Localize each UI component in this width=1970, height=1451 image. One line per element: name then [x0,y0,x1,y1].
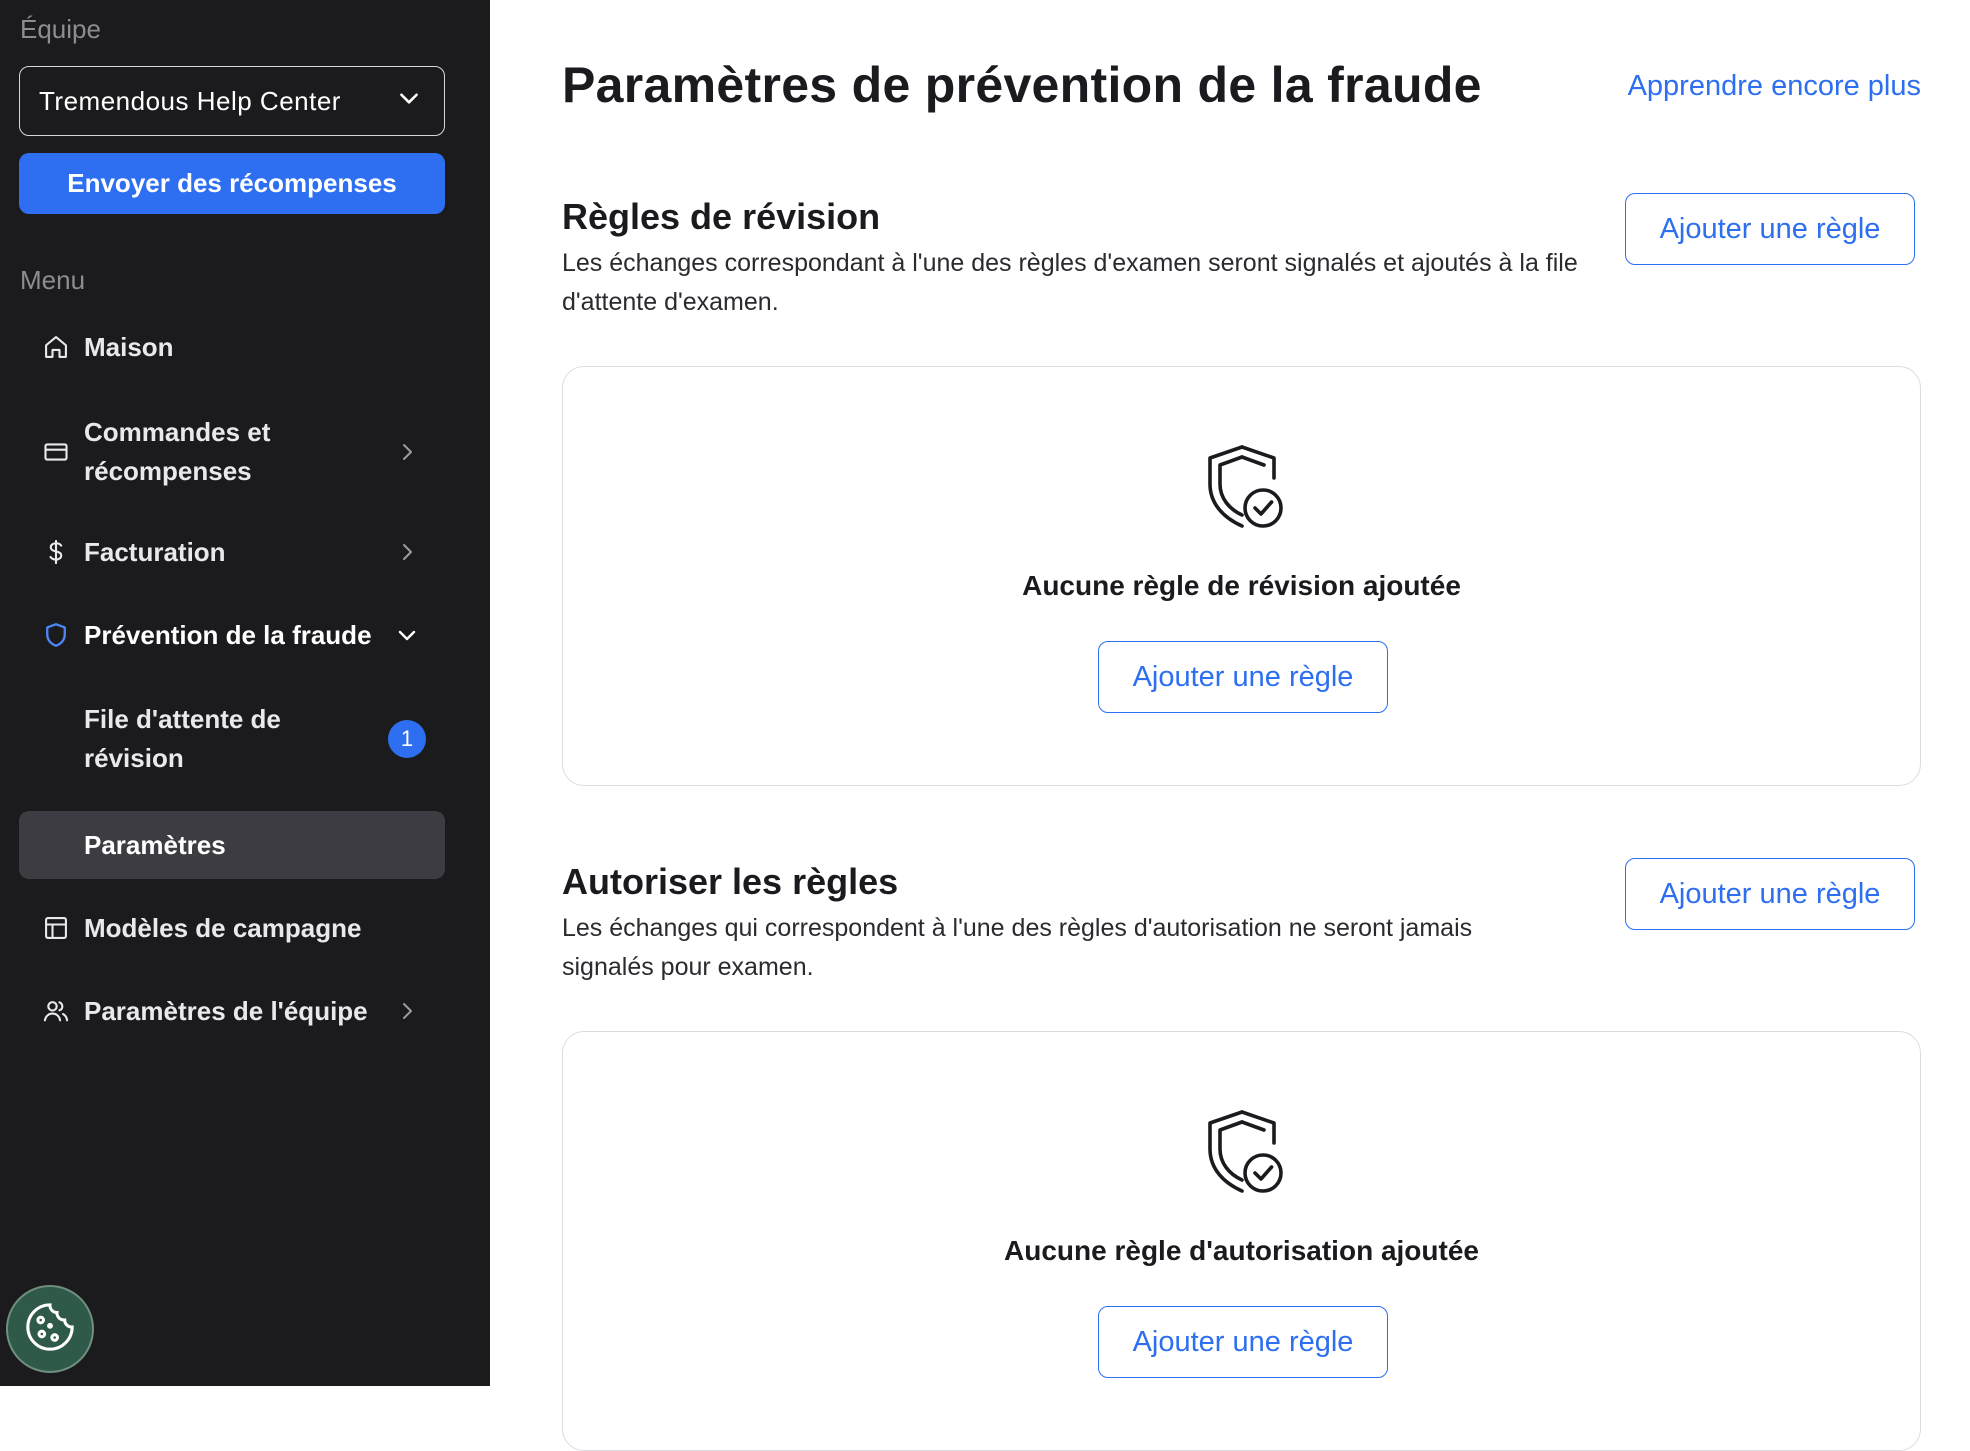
add-review-rule-button[interactable]: Ajouter une règle [1625,193,1915,265]
allow-rules-empty-state: Aucune règle d'autorisation ajoutée Ajou… [562,1031,1921,1451]
card-icon [41,437,71,467]
sidebar-item-label: File d'attente de révision [84,704,281,773]
cookie-icon [22,1299,78,1360]
sidebar: Équipe Tremendous Help Center Envoyer de… [0,0,490,1386]
count-badge: 1 [388,720,426,758]
sidebar-item-fraud-prevention[interactable]: Prévention de la fraude [19,610,445,660]
menu-label: Menu [20,265,86,295]
users-icon [41,996,71,1026]
allow-rules-title: Autoriser les règles [562,861,899,902]
allow-rules-description: Les échanges qui correspondent à l'une d… [562,914,1473,981]
add-review-rule-empty-button[interactable]: Ajouter une règle [1098,641,1388,713]
empty-state-text: Aucune règle d'autorisation ajoutée [1004,1235,1479,1266]
review-rules-empty-state: Aucune règle de révision ajoutée Ajouter… [562,366,1921,786]
add-allow-rule-button[interactable]: Ajouter une règle [1625,858,1915,930]
sidebar-item-label: Maison [84,331,174,362]
sidebar-item-billing[interactable]: Facturation [19,527,445,577]
sidebar-item-review-queue[interactable]: File d'attente de révision 1 [19,697,445,781]
chevron-right-icon [395,999,419,1023]
cookie-settings-button[interactable] [6,1285,94,1373]
chevron-right-icon [395,540,419,564]
dollar-icon [41,537,71,567]
team-select[interactable]: Tremendous Help Center [19,66,445,136]
chevron-down-icon [396,85,422,118]
sidebar-item-label: Facturation [84,536,226,567]
sidebar-item-campaign-templates[interactable]: Modèles de campagne [19,903,445,953]
page-title: Paramètres de prévention de la fraude [562,57,1482,113]
team-label: Équipe [20,14,101,44]
sidebar-item-label: Paramètres [84,829,226,860]
shield-icon [41,620,71,650]
shield-check-icon [1200,1108,1284,1198]
sidebar-item-label: Prévention de la fraude [84,619,372,650]
chevron-right-icon [395,440,419,464]
send-rewards-button[interactable]: Envoyer des récompenses [19,153,445,214]
add-allow-rule-empty-button[interactable]: Ajouter une règle [1098,1306,1388,1378]
sidebar-item-orders[interactable]: Commandes et récompenses [19,410,445,494]
review-rules-title: Règles de révision [562,196,881,237]
sidebar-item-label: Paramètres de l'équipe [84,995,368,1026]
review-rules-description: Les échanges correspondant à l'une des r… [562,249,1578,316]
sidebar-item-label: Modèles de campagne [84,912,362,943]
main-content: Paramètres de prévention de la fraude Ap… [490,0,1970,1451]
empty-state-text: Aucune règle de révision ajoutée [1022,570,1461,601]
team-name: Tremendous Help Center [39,85,341,116]
sidebar-item-label: Commandes et récompenses [84,417,271,486]
sidebar-item-team-settings[interactable]: Paramètres de l'équipe [19,986,445,1036]
sidebar-item-home[interactable]: Maison [19,322,445,372]
shield-check-icon [1200,443,1284,533]
learn-more-link[interactable]: Apprendre encore plus [1628,70,1921,103]
sidebar-item-settings[interactable]: Paramètres [19,811,445,879]
chevron-down-icon [395,623,419,647]
home-icon [41,332,71,362]
template-icon [41,913,71,943]
